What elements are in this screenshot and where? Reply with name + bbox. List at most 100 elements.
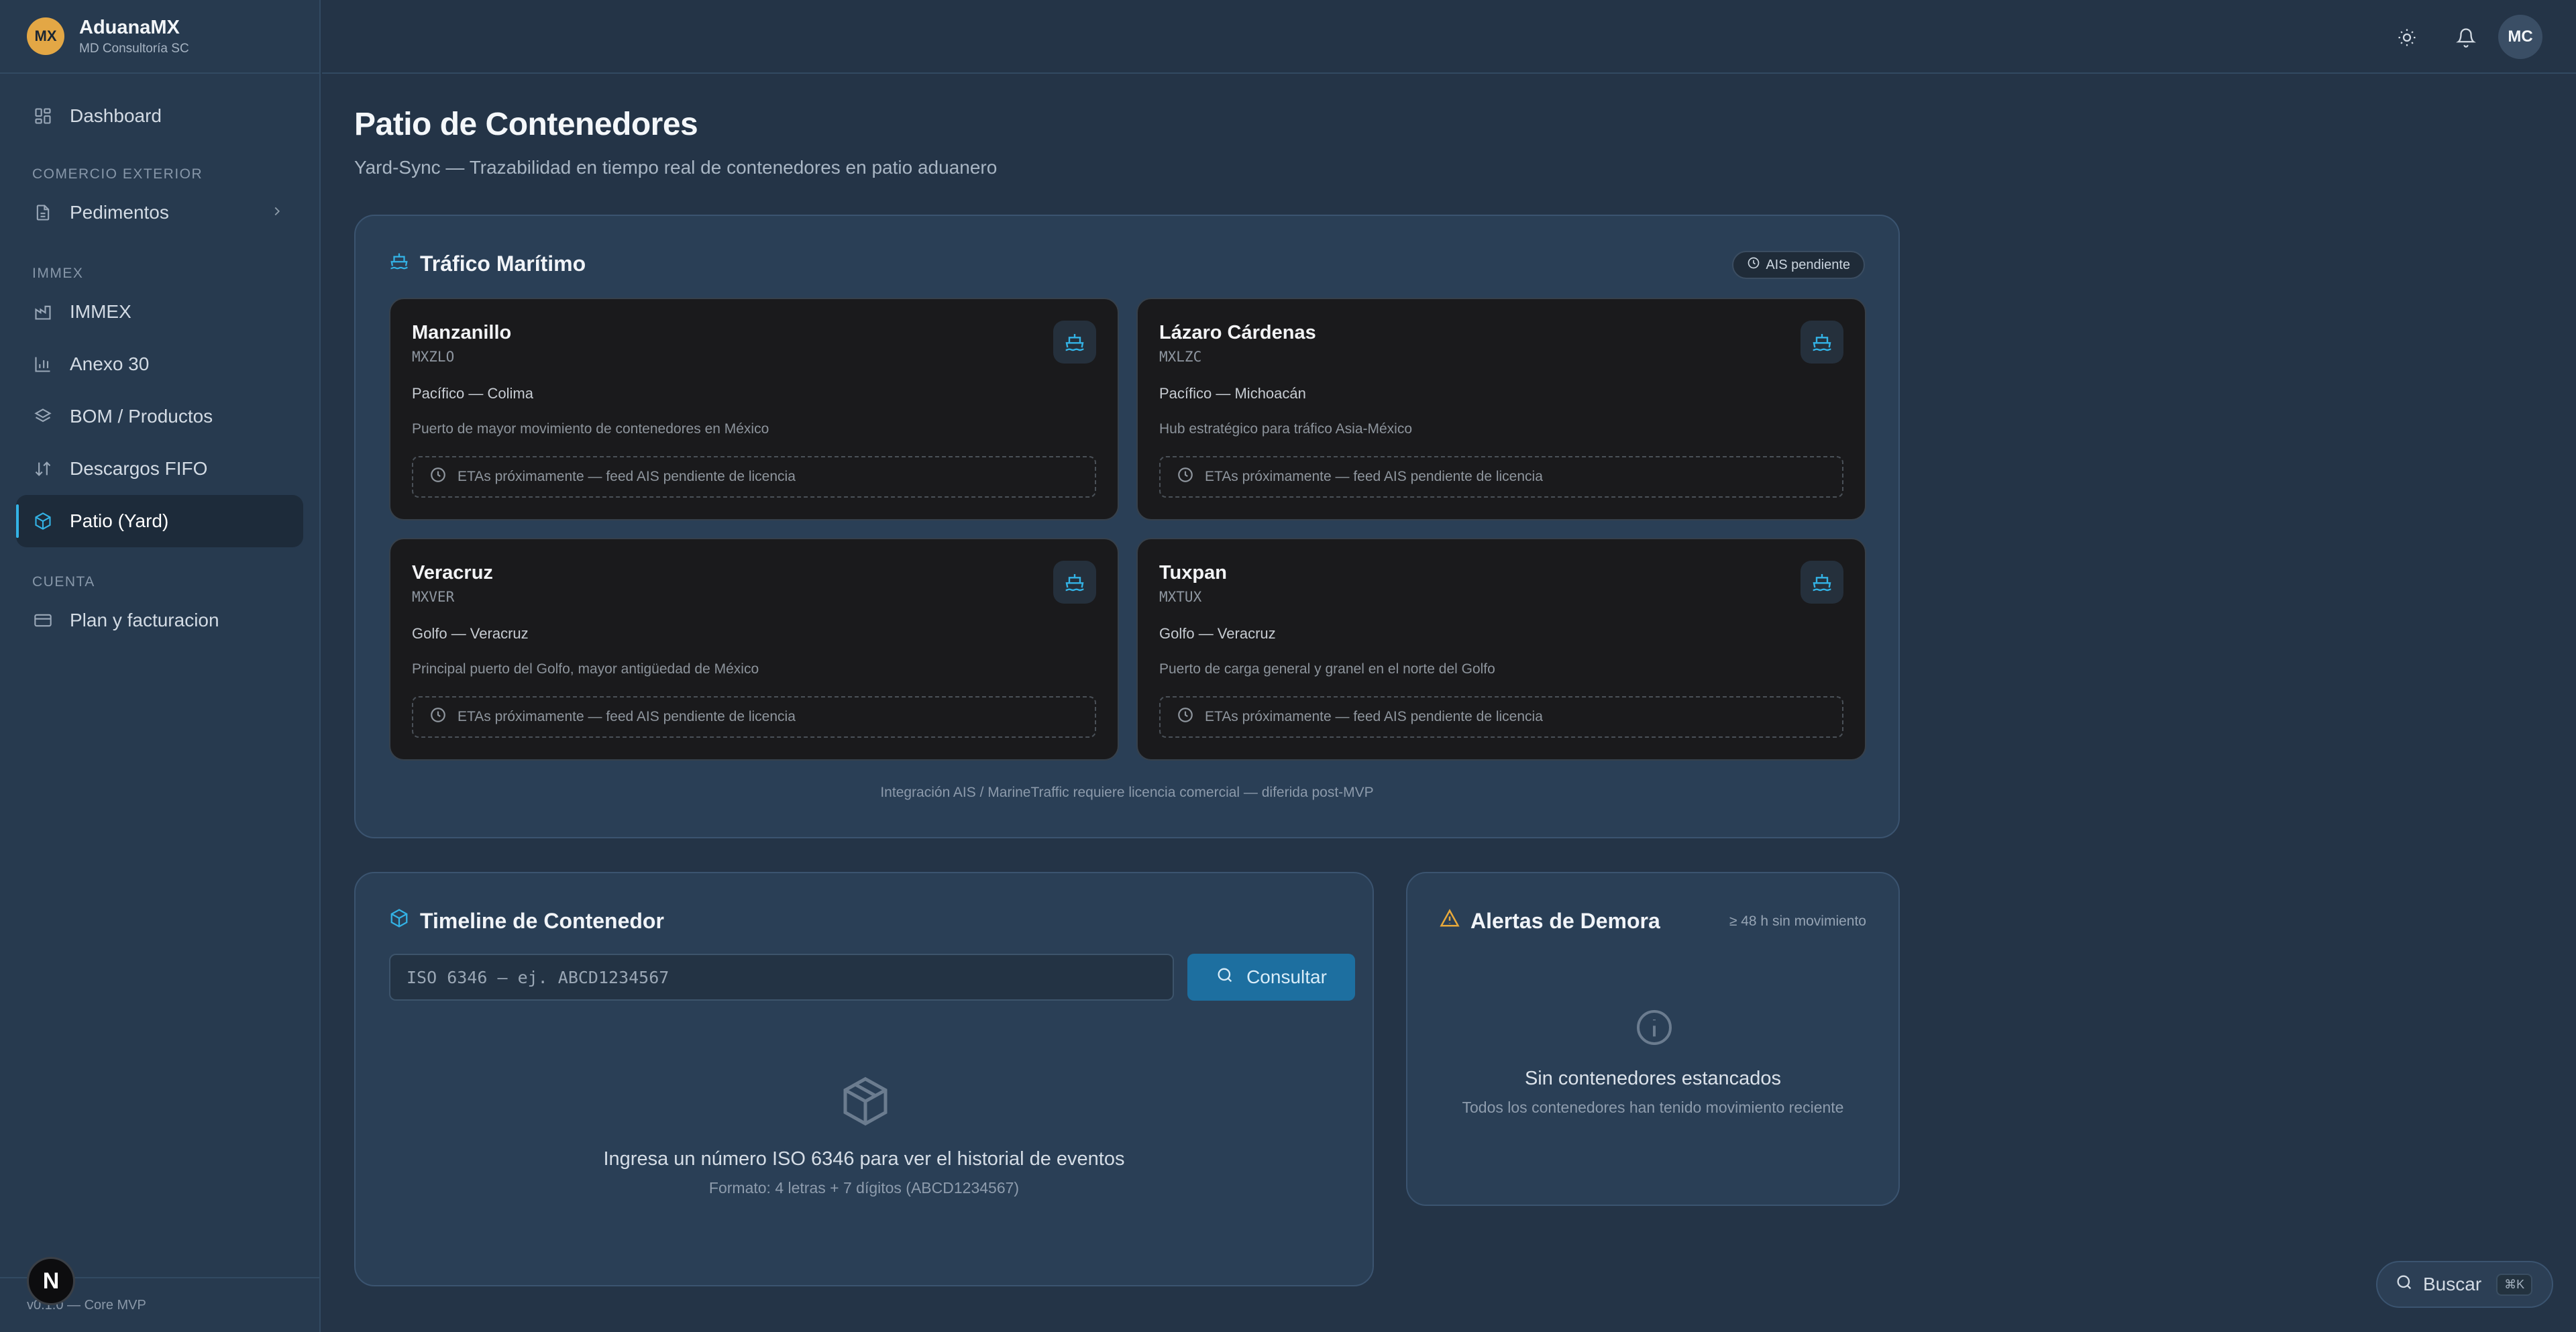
- brand-logo: MX: [27, 17, 64, 55]
- info-icon: [1633, 1006, 1676, 1052]
- search-icon: [2395, 1273, 2414, 1296]
- ais-status-text: AIS pendiente: [1766, 257, 1850, 272]
- clock-icon: [1177, 466, 1194, 488]
- consult-button-label: Consultar: [1246, 966, 1327, 987]
- credit-card-icon: [34, 611, 52, 630]
- timeline-title-text: Timeline de Contenedor: [420, 908, 664, 933]
- ship-icon: [1053, 561, 1096, 604]
- brand[interactable]: MX AduanaMX MD Consultoría SC: [0, 0, 319, 74]
- sun-icon[interactable]: [2388, 19, 2426, 56]
- bar-chart-icon: [34, 355, 52, 374]
- sidebar-item-label: Anexo 30: [70, 353, 150, 374]
- document-icon: [34, 203, 52, 222]
- port-name: Manzanillo: [412, 322, 512, 343]
- sidebar-item-label: BOM / Productos: [70, 406, 213, 427]
- port-region: Pacífico — Michoacán: [1159, 385, 1306, 402]
- timeline-empty-subtitle: Formato: 4 letras + 7 dígitos (ABCD12345…: [708, 1179, 1020, 1197]
- page-subtitle: Yard-Sync — Trazabilidad en tiempo real …: [354, 157, 998, 178]
- sidebar-item-descargos-fifo[interactable]: Descargos FIFO: [16, 443, 303, 495]
- sort-arrows-icon: [34, 459, 52, 478]
- section-immex: IMMEX: [32, 266, 84, 281]
- port-code: MXZLO: [412, 349, 455, 365]
- port-name: Veracruz: [412, 562, 493, 584]
- sidebar-item-immex[interactable]: IMMEX: [16, 286, 303, 338]
- alerts-threshold: ≥ 48 h sin movimiento: [1729, 913, 1866, 929]
- user-avatar[interactable]: MC: [2498, 15, 2542, 59]
- sidebar-item-label: Dashboard: [70, 105, 162, 126]
- maritime-title-text: Tráfico Marítimo: [420, 251, 586, 276]
- timeline-empty-title: Ingresa un número ISO 6346 para ver el h…: [603, 1148, 1125, 1170]
- sidebar-item-anexo-30[interactable]: Anexo 30: [16, 338, 303, 390]
- ais-status-badge: AIS pendiente: [1732, 251, 1865, 279]
- clock-icon: [1747, 256, 1760, 274]
- port-description: Puerto de mayor movimiento de contenedor…: [412, 421, 769, 437]
- clock-icon: [1177, 706, 1194, 728]
- global-search-button[interactable]: Buscar ⌘K: [2376, 1261, 2553, 1308]
- container-icon: [389, 908, 409, 934]
- devtools-badge[interactable]: N: [27, 1257, 75, 1305]
- delay-alerts-panel: Alertas de Demora ≥ 48 h sin movimiento …: [1406, 872, 1900, 1206]
- sidebar-item-label: IMMEX: [70, 301, 131, 322]
- alerts-empty-subtitle: Todos los contenedores han tenido movimi…: [1462, 1099, 1844, 1116]
- port-card-tuxpan[interactable]: Tuxpan MXTUX Golfo — Veracruz Puerto de …: [1136, 538, 1866, 761]
- port-description: Puerto de carga general y granel en el n…: [1159, 661, 1495, 677]
- clock-icon: [429, 466, 447, 488]
- port-eta-placeholder: ETAs próximamente — feed AIS pendiente d…: [1159, 456, 1843, 498]
- search-shortcut: ⌘K: [2496, 1273, 2533, 1296]
- sidebar-item-label: Descargos FIFO: [70, 458, 208, 479]
- sidebar-item-dashboard[interactable]: Dashboard: [16, 90, 303, 142]
- clock-icon: [429, 706, 447, 728]
- port-code: MXLZC: [1159, 349, 1202, 365]
- bell-icon[interactable]: [2447, 19, 2485, 56]
- sidebar-item-patio-yard[interactable]: Patio (Yard): [16, 495, 303, 547]
- port-name: Lázaro Cárdenas: [1159, 322, 1316, 343]
- alerts-empty-title: Sin contenedores estancados: [1524, 1068, 1782, 1089]
- maritime-title: Tráfico Marítimo: [389, 251, 586, 276]
- port-region: Golfo — Veracruz: [1159, 625, 1276, 642]
- brand-company: MD Consultoría SC: [79, 41, 189, 56]
- sidebar-nav: Dashboard COMERCIO EXTERIOR Pedimentos I…: [0, 74, 319, 647]
- port-description: Principal puerto del Golfo, mayor antigü…: [412, 661, 759, 677]
- sidebar-item-label: Patio (Yard): [70, 510, 169, 531]
- port-eta-text: ETAs próximamente — feed AIS pendiente d…: [1205, 469, 1543, 484]
- sidebar-item-plan-facturacion[interactable]: Plan y facturacion: [16, 594, 303, 647]
- sidebar: MX AduanaMX MD Consultoría SC Dashboard …: [0, 0, 321, 1332]
- topbar: MC: [322, 0, 2576, 74]
- port-eta-text: ETAs próximamente — feed AIS pendiente d…: [458, 469, 796, 484]
- port-eta-placeholder: ETAs próximamente — feed AIS pendiente d…: [1159, 696, 1843, 738]
- factory-icon: [34, 302, 52, 321]
- port-card-manzanillo[interactable]: Manzanillo MXZLO Pacífico — Colima Puert…: [389, 298, 1119, 520]
- ship-icon: [1053, 321, 1096, 364]
- port-eta-placeholder: ETAs próximamente — feed AIS pendiente d…: [412, 456, 1096, 498]
- sidebar-item-label: Plan y facturacion: [70, 610, 219, 630]
- port-region: Golfo — Veracruz: [412, 625, 529, 642]
- section-comercio-exterior: COMERCIO EXTERIOR: [32, 166, 203, 182]
- port-description: Hub estratégico para tráfico Asia-México: [1159, 421, 1413, 437]
- search-icon: [1216, 966, 1234, 989]
- warning-icon: [1440, 908, 1460, 934]
- chevron-right-icon: [270, 202, 284, 223]
- container-icon: [34, 512, 52, 531]
- layers-icon: [34, 407, 52, 426]
- dashboard-icon: [34, 107, 52, 125]
- timeline-title: Timeline de Contenedor: [389, 908, 664, 934]
- alerts-title-text: Alertas de Demora: [1470, 908, 1660, 933]
- section-cuenta: CUENTA: [32, 574, 95, 590]
- iso-6346-input[interactable]: [389, 954, 1174, 1001]
- sidebar-item-bom-productos[interactable]: BOM / Productos: [16, 390, 303, 443]
- page-title: Patio de Contenedores: [354, 107, 698, 142]
- sidebar-item-label: Pedimentos: [70, 202, 169, 223]
- package-icon: [839, 1074, 892, 1131]
- port-eta-placeholder: ETAs próximamente — feed AIS pendiente d…: [412, 696, 1096, 738]
- port-eta-text: ETAs próximamente — feed AIS pendiente d…: [1205, 709, 1543, 724]
- search-label: Buscar: [2423, 1274, 2482, 1294]
- ship-icon: [389, 251, 409, 276]
- sidebar-item-pedimentos[interactable]: Pedimentos: [16, 186, 303, 239]
- port-code: MXTUX: [1159, 589, 1202, 605]
- port-card-lazaro-cardenas[interactable]: Lázaro Cárdenas MXLZC Pacífico — Michoac…: [1136, 298, 1866, 520]
- port-card-veracruz[interactable]: Veracruz MXVER Golfo — Veracruz Principa…: [389, 538, 1119, 761]
- ais-license-note: Integración AIS / MarineTraffic requiere…: [880, 785, 1374, 800]
- consult-button[interactable]: Consultar: [1187, 954, 1355, 1001]
- brand-name: AduanaMX: [79, 16, 180, 38]
- port-name: Tuxpan: [1159, 562, 1227, 584]
